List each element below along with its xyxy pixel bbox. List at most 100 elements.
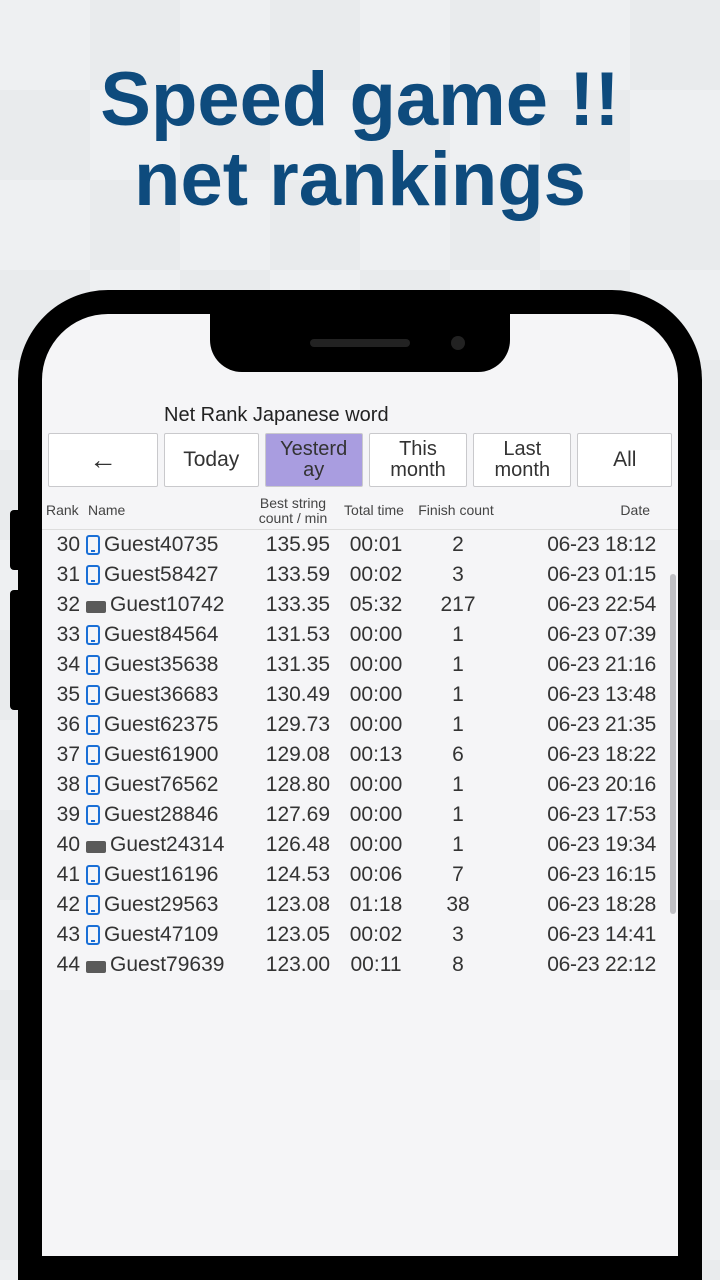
table-row[interactable]: 42Guest29563123.0801:183806-23 18:28 — [44, 890, 676, 920]
cell-date: 06-23 22:12 — [500, 953, 656, 977]
table-header: Rank Name Best string count / min Total … — [42, 493, 678, 530]
cell-date: 06-23 17:53 — [500, 803, 656, 827]
cell-rank: 41 — [46, 863, 86, 887]
table-row[interactable]: 38Guest76562128.8000:00106-23 20:16 — [44, 770, 676, 800]
table-row[interactable]: 44Guest79639123.0000:11806-23 22:12 — [44, 950, 676, 980]
cell-score: 123.08 — [254, 893, 336, 917]
keyboard-device-icon — [86, 841, 106, 853]
mobile-device-icon — [86, 745, 100, 765]
cell-rank: 43 — [46, 923, 86, 947]
table-row[interactable]: 37Guest61900129.0800:13606-23 18:22 — [44, 740, 676, 770]
cell-name: Guest58427 — [86, 563, 254, 587]
cell-score: 131.53 — [254, 623, 336, 647]
cell-rank: 40 — [46, 833, 86, 857]
cell-name: Guest47109 — [86, 923, 254, 947]
cell-time: 00:13 — [336, 743, 416, 767]
table-row[interactable]: 40Guest24314126.4800:00106-23 19:34 — [44, 830, 676, 860]
cell-name: Guest10742 — [86, 593, 254, 617]
cell-rank: 37 — [46, 743, 86, 767]
speaker-icon — [310, 339, 410, 347]
cell-rank: 42 — [46, 893, 86, 917]
app-screen: Net Rank Japanese word ← TodayYesterdayT… — [42, 314, 678, 1256]
player-name: Guest62375 — [104, 713, 218, 737]
cell-name: Guest24314 — [86, 833, 254, 857]
cell-time: 00:00 — [336, 623, 416, 647]
cell-score: 123.05 — [254, 923, 336, 947]
cell-finish: 7 — [416, 863, 500, 887]
col-finish: Finish count — [414, 503, 498, 518]
cell-name: Guest62375 — [86, 713, 254, 737]
mobile-device-icon — [86, 925, 100, 945]
cell-finish: 1 — [416, 623, 500, 647]
cell-finish: 1 — [416, 833, 500, 857]
tabs-row: ← TodayYesterdayThismonthLastmonthAll — [42, 433, 678, 493]
player-name: Guest10742 — [110, 593, 224, 617]
cell-rank: 32 — [46, 593, 86, 617]
cell-rank: 33 — [46, 623, 86, 647]
cell-time: 00:02 — [336, 563, 416, 587]
cell-finish: 1 — [416, 773, 500, 797]
cell-time: 00:00 — [336, 833, 416, 857]
page-title: Net Rank Japanese word — [42, 404, 678, 427]
col-rank: Rank — [44, 503, 84, 518]
cell-finish: 3 — [416, 923, 500, 947]
cell-rank: 30 — [46, 533, 86, 557]
table-row[interactable]: 30Guest40735135.9500:01206-23 18:12 — [44, 530, 676, 560]
player-name: Guest76562 — [104, 773, 218, 797]
hero-line-2: net rankings — [0, 140, 720, 220]
cell-name: Guest29563 — [86, 893, 254, 917]
mobile-device-icon — [86, 535, 100, 555]
cell-rank: 35 — [46, 683, 86, 707]
cell-finish: 1 — [416, 653, 500, 677]
player-name: Guest61900 — [104, 743, 218, 767]
cell-date: 06-23 20:16 — [500, 773, 656, 797]
cell-date: 06-23 18:22 — [500, 743, 656, 767]
table-row[interactable]: 31Guest58427133.5900:02306-23 01:15 — [44, 560, 676, 590]
cell-finish: 1 — [416, 683, 500, 707]
cell-date: 06-23 18:12 — [500, 533, 656, 557]
scrollbar[interactable] — [670, 574, 676, 914]
cell-score: 133.35 — [254, 593, 336, 617]
table-row[interactable]: 34Guest35638131.3500:00106-23 21:16 — [44, 650, 676, 680]
cell-score: 127.69 — [254, 803, 336, 827]
col-score: Best string count / min — [252, 496, 334, 525]
player-name: Guest24314 — [110, 833, 224, 857]
tab-this-month[interactable]: Thismonth — [369, 433, 467, 487]
table-body[interactable]: 30Guest40735135.9500:01206-23 18:1231Gue… — [42, 530, 678, 980]
cell-time: 00:06 — [336, 863, 416, 887]
cell-date: 06-23 14:41 — [500, 923, 656, 947]
tab-today[interactable]: Today — [164, 433, 259, 487]
hero-line-1: Speed game !! — [0, 60, 720, 140]
keyboard-device-icon — [86, 601, 106, 613]
cell-name: Guest76562 — [86, 773, 254, 797]
table-row[interactable]: 39Guest28846127.6900:00106-23 17:53 — [44, 800, 676, 830]
col-date: Date — [498, 503, 654, 518]
mobile-device-icon — [86, 655, 100, 675]
cell-time: 00:11 — [336, 953, 416, 977]
phone-body: Net Rank Japanese word ← TodayYesterdayT… — [18, 290, 702, 1280]
cell-name: Guest35638 — [86, 653, 254, 677]
cell-time: 00:00 — [336, 773, 416, 797]
mobile-device-icon — [86, 775, 100, 795]
col-time: Total time — [334, 503, 414, 518]
table-row[interactable]: 43Guest47109123.0500:02306-23 14:41 — [44, 920, 676, 950]
tab-all[interactable]: All — [577, 433, 672, 487]
cell-date: 06-23 18:28 — [500, 893, 656, 917]
cell-score: 123.00 — [254, 953, 336, 977]
table-row[interactable]: 36Guest62375129.7300:00106-23 21:35 — [44, 710, 676, 740]
table-row[interactable]: 33Guest84564131.5300:00106-23 07:39 — [44, 620, 676, 650]
tab-last-month[interactable]: Lastmonth — [473, 433, 571, 487]
cell-name: Guest61900 — [86, 743, 254, 767]
cell-time: 00:00 — [336, 683, 416, 707]
back-button[interactable]: ← — [48, 433, 158, 487]
cell-rank: 44 — [46, 953, 86, 977]
table-row[interactable]: 32Guest10742133.3505:3221706-23 22:54 — [44, 590, 676, 620]
cell-score: 129.73 — [254, 713, 336, 737]
cell-time: 00:02 — [336, 923, 416, 947]
player-name: Guest84564 — [104, 623, 218, 647]
table-row[interactable]: 41Guest16196124.5300:06706-23 16:15 — [44, 860, 676, 890]
cell-rank: 34 — [46, 653, 86, 677]
keyboard-device-icon — [86, 961, 106, 973]
table-row[interactable]: 35Guest36683130.4900:00106-23 13:48 — [44, 680, 676, 710]
tab-yesterday[interactable]: Yesterday — [265, 433, 363, 487]
